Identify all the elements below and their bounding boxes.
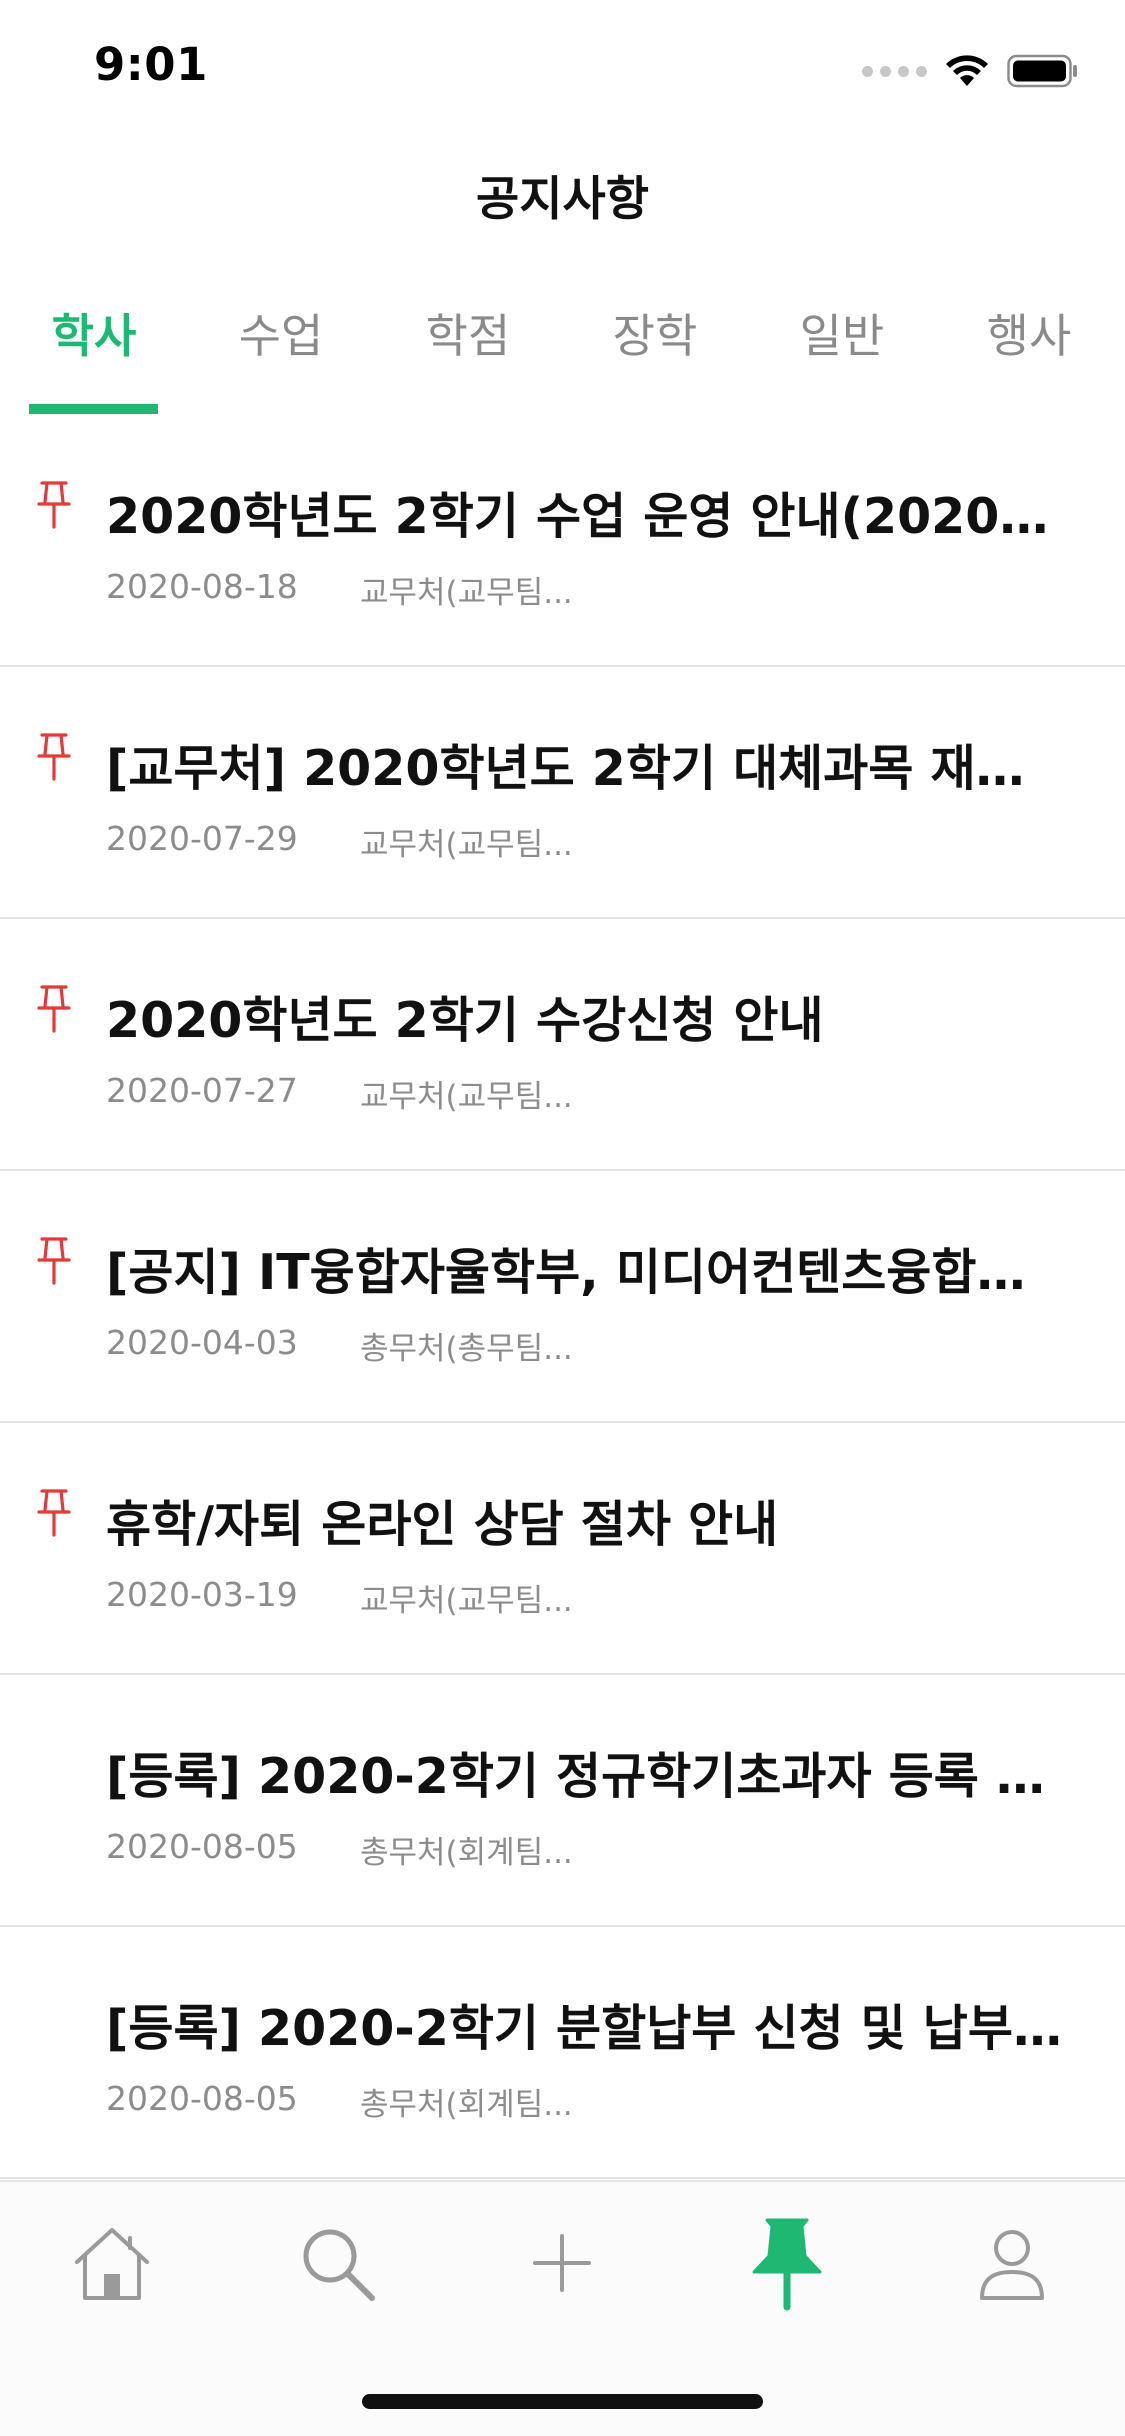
- notice-author: 교무처(교무팀...: [360, 827, 573, 863]
- notice-date: 2020-07-29: [106, 819, 298, 858]
- page-title: 공지사항: [476, 172, 649, 227]
- search-icon[interactable]: [292, 2218, 382, 2308]
- notice-author: 교무처(교무팀...: [360, 575, 573, 611]
- pin-icon[interactable]: [742, 2212, 832, 2312]
- notice-title: 휴학/자퇴 온라인 상담 절차 안내: [106, 1496, 779, 1553]
- tab-academic[interactable]: 학사: [0, 300, 188, 366]
- tab-classes[interactable]: 수업: [187, 300, 375, 366]
- notice-item[interactable]: 휴학/자퇴 온라인 상담 절차 안내 2020-03-19 교무처(교무팀...: [0, 1423, 1125, 1675]
- status-indicators: [862, 46, 1079, 96]
- home-icon[interactable]: [67, 2218, 157, 2308]
- notice-item[interactable]: [교무처] 2020학년도 2학기 대체과목 재수강... 2020-07-29…: [0, 667, 1125, 919]
- profile-icon[interactable]: [967, 2218, 1057, 2308]
- battery-icon: [1007, 54, 1077, 88]
- notice-item[interactable]: [공지] IT융합자율학부, 미디어컨텐츠융합자… 2020-04-03 총무처…: [0, 1171, 1125, 1423]
- notice-date: 2020-08-05: [106, 2079, 298, 2118]
- home-indicator[interactable]: [362, 2394, 763, 2409]
- notice-item[interactable]: [등록] 2020-2학기 분할납부 신청 및 납부 안... 2020-08-…: [0, 1927, 1125, 2179]
- notice-author: 교무처(교무팀...: [360, 1583, 573, 1619]
- notice-author: 교무처(교무팀...: [360, 1079, 573, 1115]
- notice-title: [공지] IT융합자율학부, 미디어컨텐츠융합자…: [106, 1244, 1066, 1301]
- category-tabs: 학사 수업 학점 장학 일반 행사: [0, 300, 1125, 415]
- notice-list: 2020학년도 2학기 수업 운영 안내(2020.0... 2020-08-1…: [0, 415, 1125, 2179]
- tab-scholarship[interactable]: 장학: [561, 300, 749, 366]
- notice-item[interactable]: 2020학년도 2학기 수업 운영 안내(2020.0... 2020-08-1…: [0, 415, 1125, 667]
- notice-author: 총무처(회계팀...: [360, 2087, 573, 2123]
- tab-events[interactable]: 행사: [935, 300, 1123, 366]
- tab-general[interactable]: 일반: [748, 300, 936, 366]
- pin-icon: [37, 1489, 71, 1537]
- notice-date: 2020-08-05: [106, 1827, 298, 1866]
- notice-date: 2020-07-27: [106, 1071, 298, 1110]
- notice-title: [등록] 2020-2학기 정규학기초과자 등록 안내: [106, 1748, 1066, 1805]
- notice-title: 2020학년도 2학기 수강신청 안내: [106, 992, 824, 1049]
- notice-title: 2020학년도 2학기 수업 운영 안내(2020.0...: [106, 488, 1066, 545]
- notice-item[interactable]: 2020학년도 2학기 수강신청 안내 2020-07-27 교무처(교무팀..…: [0, 919, 1125, 1171]
- notice-author: 총무처(총무팀...: [360, 1331, 573, 1367]
- notice-date: 2020-03-19: [106, 1575, 298, 1614]
- status-bar: 9:01: [0, 0, 1125, 132]
- pin-icon: [37, 1237, 71, 1285]
- notice-date: 2020-08-18: [106, 567, 298, 606]
- notice-author: 총무처(회계팀...: [360, 1835, 573, 1871]
- cellular-signal-icon: [862, 65, 927, 77]
- status-time: 9:01: [94, 38, 208, 91]
- pin-icon: [37, 733, 71, 781]
- wifi-icon: [946, 55, 988, 86]
- pin-icon: [37, 481, 71, 529]
- active-tab-indicator: [29, 404, 158, 414]
- notice-title: [등록] 2020-2학기 분할납부 신청 및 납부 안...: [106, 2000, 1066, 2057]
- notice-date: 2020-04-03: [106, 1323, 298, 1362]
- notice-item[interactable]: [등록] 2020-2학기 정규학기초과자 등록 안내 2020-08-05 총…: [0, 1675, 1125, 1927]
- plus-icon[interactable]: [517, 2218, 607, 2308]
- pin-icon: [37, 985, 71, 1033]
- tab-credits[interactable]: 학점: [374, 300, 562, 366]
- notice-title: [교무처] 2020학년도 2학기 대체과목 재수강...: [106, 740, 1066, 797]
